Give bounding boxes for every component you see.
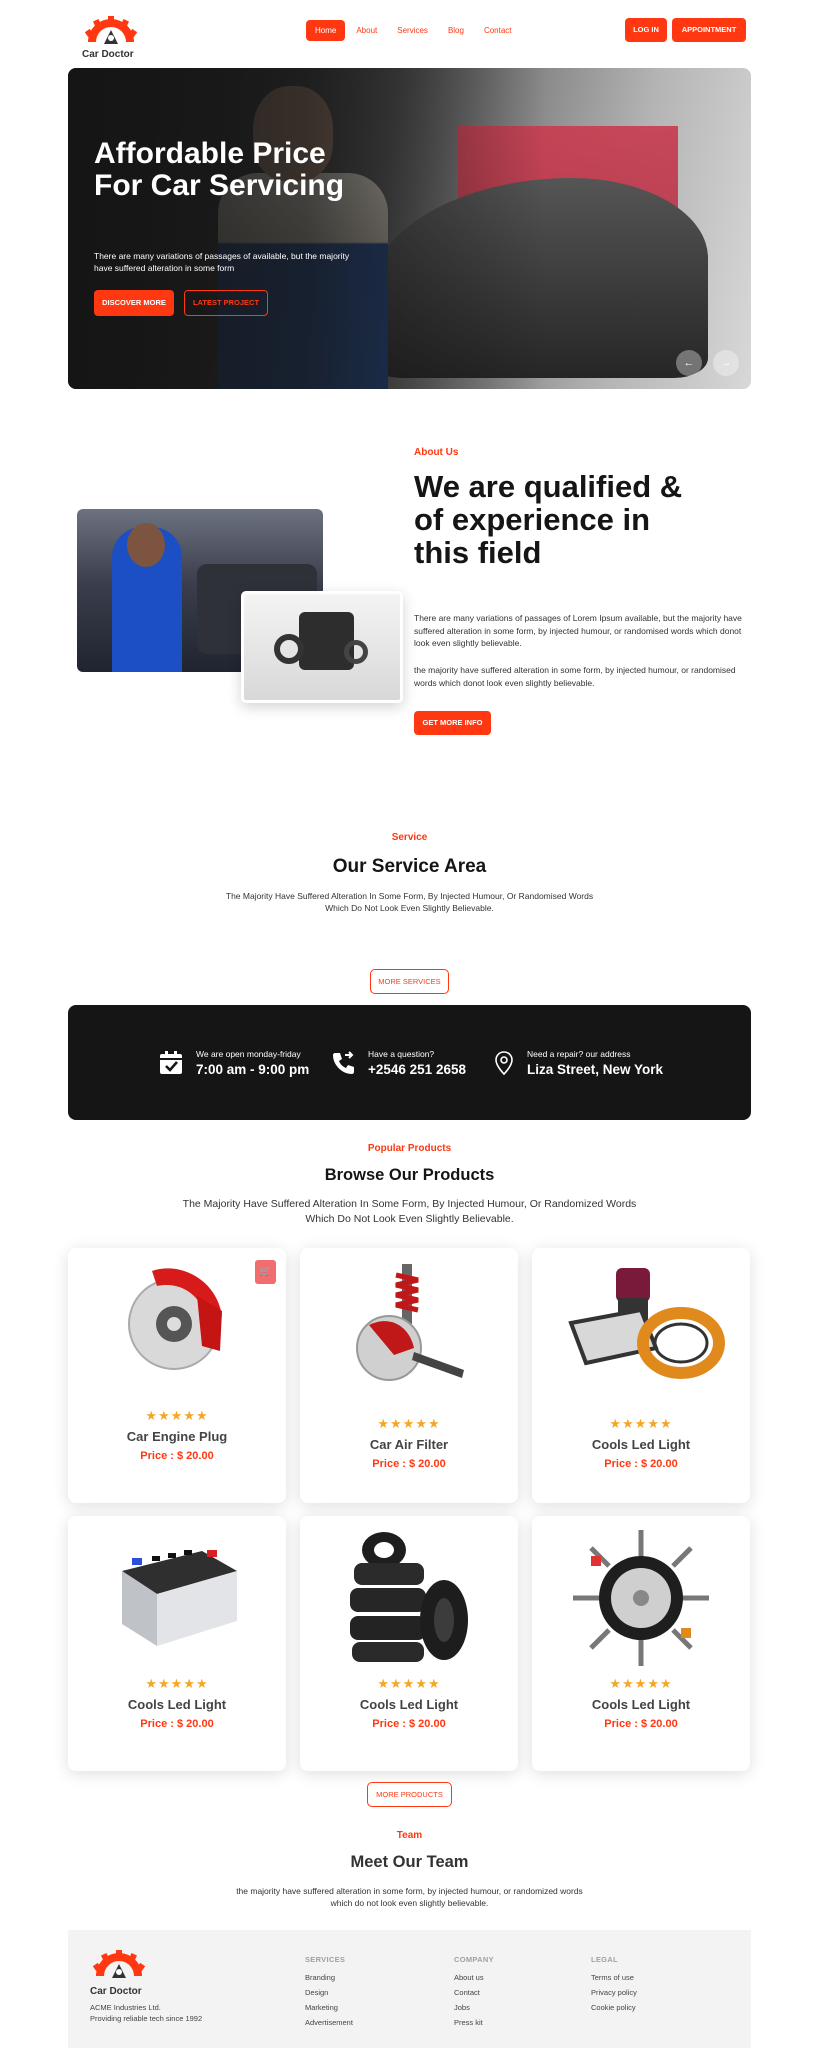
- product-card[interactable]: ★★★★★ Car Air Filter Price : $ 20.00: [300, 1248, 518, 1503]
- product-name[interactable]: Cools Led Light: [532, 1437, 750, 1452]
- footer-services-heading: SERVICES: [305, 1955, 346, 1964]
- product-price: Price : $ 20.00: [604, 1718, 678, 1730]
- info-hours: We are open monday-friday 7:00 am - 9:00…: [158, 1049, 309, 1077]
- phone-icon: [333, 1051, 354, 1074]
- main-nav: Home About Services Blog Contact: [306, 20, 521, 41]
- calendar-check-icon: [160, 1051, 182, 1074]
- footer-brand-name: Car Doctor: [90, 1986, 142, 1997]
- footer-link-advertisement[interactable]: Advertisement: [305, 2018, 353, 2027]
- nav-services[interactable]: Services: [388, 20, 437, 41]
- product-name[interactable]: Cools Led Light: [68, 1697, 286, 1712]
- discover-more-button[interactable]: DISCOVER MORE: [94, 290, 174, 316]
- service-title: Our Service Area: [332, 856, 487, 877]
- suspension-image: [356, 1264, 464, 1381]
- product-card[interactable]: ★★★★★ Cools Led Light Price : $ 20.00: [532, 1516, 750, 1771]
- nav-home[interactable]: Home: [306, 20, 346, 41]
- get-more-info-button[interactable]: GET MORE INFO: [414, 711, 491, 735]
- info-address: Need a repair? our address Liza Street, …: [493, 1049, 663, 1077]
- info-address-label: Need a repair? our address: [527, 1049, 631, 1059]
- footer: Car Doctor ACME Industries Ltd. Providin…: [68, 1930, 751, 2048]
- about-paragraph-1: There are many variations of passages of…: [414, 613, 742, 648]
- product-card[interactable]: ★★★★★ Cools Led Light Price : $ 20.00: [532, 1248, 750, 1503]
- info-phone-value[interactable]: +2546 251 2658: [368, 1062, 466, 1077]
- arrow-left-icon[interactable]: ←: [676, 350, 702, 376]
- rating-stars: ★★★★★: [377, 1416, 441, 1431]
- brand-name: Car Doctor: [82, 49, 134, 60]
- footer-company-line2: Providing reliable tech since 1992: [90, 2014, 203, 2023]
- nav-about[interactable]: About: [347, 20, 386, 41]
- footer-link-design[interactable]: Design: [305, 1988, 328, 1997]
- about-parts-image: [241, 591, 403, 703]
- footer-link-about[interactable]: About us: [454, 1973, 484, 1982]
- product-price: Price : $ 20.00: [604, 1458, 678, 1470]
- product-card[interactable]: 🛒 ★★★★★ Car Engine Plug Price : $ 20.00: [68, 1248, 286, 1503]
- info-hours-label: We are open monday-friday: [196, 1049, 301, 1059]
- footer-link-contact[interactable]: Contact: [454, 1988, 480, 1997]
- login-button[interactable]: LOG IN: [625, 18, 667, 42]
- footer-link-terms[interactable]: Terms of use: [591, 1973, 634, 1982]
- about-kicker: About Us: [414, 447, 459, 458]
- hero-description: There are many variations of passages of…: [94, 251, 350, 273]
- rating-stars: ★★★★★: [609, 1676, 673, 1691]
- product-card[interactable]: ★★★★★ Cools Led Light Price : $ 20.00: [68, 1516, 286, 1771]
- product-name[interactable]: Car Air Filter: [300, 1437, 518, 1452]
- brake-disc-image: [128, 1268, 222, 1370]
- service-kicker: Service: [391, 832, 428, 843]
- info-address-value: Liza Street, New York: [527, 1062, 664, 1077]
- footer-company-line1: ACME Industries Ltd.: [90, 2003, 161, 2012]
- gear-logo-icon: [84, 16, 138, 44]
- appointment-button[interactable]: APPOINTMENT: [672, 18, 746, 42]
- service-description: The Majority Have Suffered Alteration In…: [225, 891, 594, 913]
- more-products-button[interactable]: MORE PRODUCTS: [367, 1782, 452, 1807]
- latest-project-button[interactable]: LATEST PROJECT: [184, 290, 268, 316]
- team-kicker: Team: [396, 1830, 423, 1841]
- product-price: Price : $ 20.00: [372, 1458, 446, 1470]
- product-name[interactable]: Cools Led Light: [300, 1697, 518, 1712]
- products-kicker: Popular Products: [367, 1143, 452, 1154]
- footer-link-marketing[interactable]: Marketing: [305, 2003, 338, 2012]
- arrow-right-icon[interactable]: →: [713, 350, 739, 376]
- team-description: the majority have suffered alteration in…: [236, 1886, 583, 1908]
- product-price: Price : $ 20.00: [140, 1718, 214, 1730]
- info-phone-label: Have a question?: [368, 1049, 435, 1059]
- footer-link-jobs[interactable]: Jobs: [454, 2003, 470, 2012]
- battery-image: [122, 1550, 237, 1646]
- product-card[interactable]: ★★★★★ Cools Led Light Price : $ 20.00: [300, 1516, 518, 1771]
- team-title: Meet Our Team: [350, 1853, 469, 1871]
- cart-icon[interactable]: 🛒: [255, 1260, 276, 1284]
- logo[interactable]: Car Doctor: [80, 16, 150, 64]
- info-bar: We are open monday-friday 7:00 am - 9:00…: [68, 1005, 751, 1120]
- footer-company-heading: COMPANY: [454, 1955, 494, 1964]
- footer-logo-icon: [92, 1950, 146, 1978]
- rating-stars: ★★★★★: [145, 1676, 209, 1691]
- info-hours-value: 7:00 am - 9:00 pm: [196, 1062, 310, 1077]
- footer-legal-heading: LEGAL: [591, 1955, 618, 1964]
- footer-link-privacy[interactable]: Privacy policy: [591, 1988, 637, 1997]
- rating-stars: ★★★★★: [377, 1676, 441, 1691]
- product-price: Price : $ 20.00: [140, 1450, 214, 1462]
- about-title: We are qualified & of experience in this…: [414, 469, 683, 570]
- rating-stars: ★★★★★: [145, 1408, 209, 1423]
- hero-overlay: [68, 68, 751, 389]
- footer-link-cookie[interactable]: Cookie policy: [591, 2003, 636, 2012]
- about-paragraph-2: the majority have suffered alteration in…: [414, 665, 736, 688]
- product-name[interactable]: Cools Led Light: [532, 1697, 750, 1712]
- hero-title: Affordable Price For Car Servicing: [94, 137, 345, 202]
- product-name[interactable]: Car Engine Plug: [68, 1429, 286, 1444]
- more-services-button[interactable]: MORE SERVICES: [370, 969, 449, 994]
- product-price: Price : $ 20.00: [372, 1718, 446, 1730]
- footer-link-press-kit[interactable]: Press kit: [454, 2018, 483, 2027]
- air-filters-image: [568, 1268, 725, 1379]
- rating-stars: ★★★★★: [609, 1416, 673, 1431]
- nav-contact[interactable]: Contact: [475, 20, 521, 41]
- info-phone: Have a question? +2546 251 2658: [330, 1049, 466, 1077]
- nav-blog[interactable]: Blog: [439, 20, 473, 41]
- tires-image: [350, 1532, 468, 1662]
- footer-link-branding[interactable]: Branding: [305, 1973, 335, 1982]
- products-title: Browse Our Products: [324, 1166, 495, 1184]
- wheel-parts-image: [573, 1530, 709, 1666]
- products-description: The Majority Have Suffered Alteration In…: [182, 1198, 637, 1225]
- location-pin-icon: [495, 1051, 513, 1076]
- hero-banner: Affordable Price For Car Servicing There…: [68, 68, 751, 389]
